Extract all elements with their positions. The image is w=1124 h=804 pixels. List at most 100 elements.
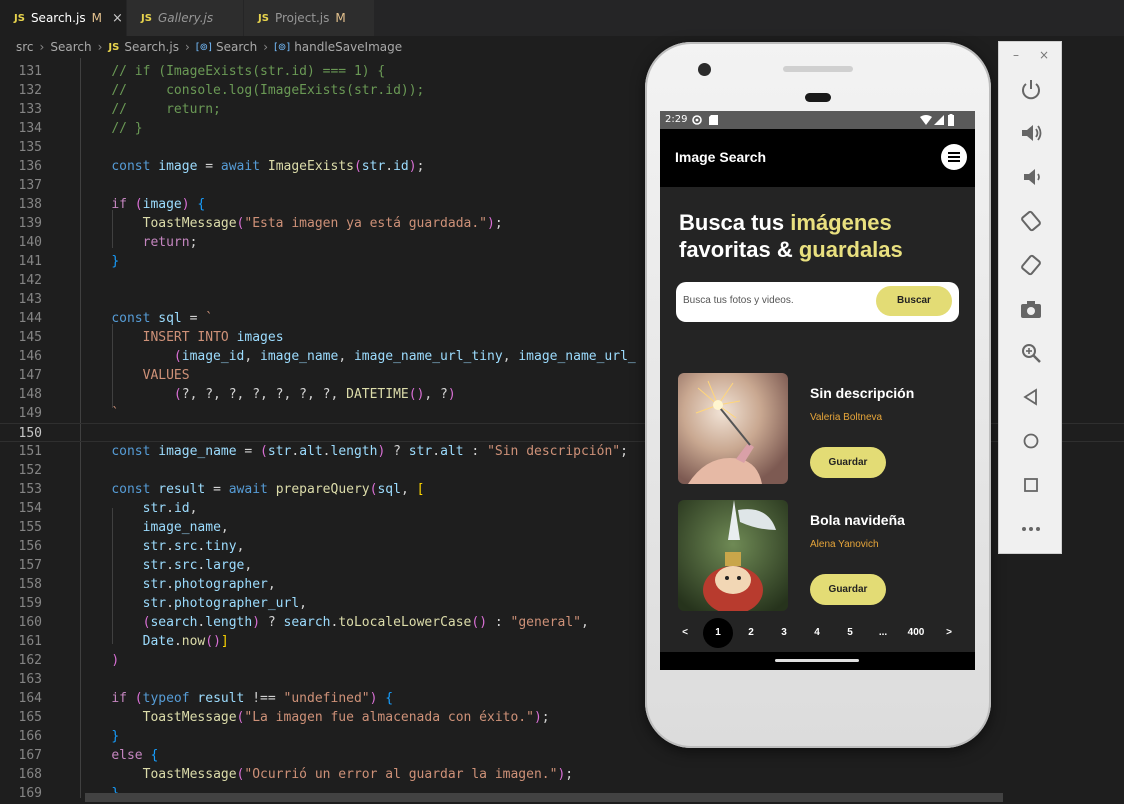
line-number: 153 [18, 482, 42, 497]
line-number: 139 [18, 216, 42, 231]
save-button[interactable]: Guardar [810, 447, 886, 478]
line-number: 151 [18, 444, 42, 459]
line-number: 141 [18, 254, 42, 269]
page-button[interactable]: 3 [769, 618, 799, 648]
settings-icon [692, 115, 702, 125]
hero-heading: Busca tus imágenes favoritas & guardalas [679, 209, 964, 263]
line-number: 134 [18, 121, 42, 136]
tab-label: Search.js [30, 11, 86, 25]
line-number: 168 [18, 767, 42, 782]
home-icon[interactable] [1018, 428, 1044, 454]
zoom-icon[interactable] [1018, 340, 1044, 366]
power-icon[interactable] [1018, 76, 1044, 102]
line-number: 135 [18, 140, 42, 155]
line-number: 140 [18, 235, 42, 250]
page-button[interactable]: 2 [736, 618, 766, 648]
photo-sparkler[interactable] [678, 373, 788, 484]
line-number: 147 [18, 368, 42, 383]
search-button[interactable]: Buscar [876, 286, 952, 316]
modified-indicator: M [91, 11, 102, 25]
code-text: ToastMessage("Esta imagen ya está guarda… [142, 216, 503, 231]
horizontal-scrollbar[interactable] [85, 793, 1003, 802]
code-text: VALUES [142, 368, 190, 383]
js-file-icon: JS [14, 12, 25, 24]
card-author-link[interactable]: Alena Yanovich [810, 539, 879, 550]
breadcrumb-component[interactable]: Search [216, 40, 257, 54]
breadcrumb-file[interactable]: Search.js [124, 40, 179, 54]
code-text: ToastMessage("Ocurrió un error al guarda… [142, 767, 574, 782]
code-text: INSERT INTO images [142, 330, 284, 345]
page-prev-button[interactable]: < [670, 618, 700, 648]
line-number: 169 [18, 786, 42, 801]
home-gesture-pill[interactable] [775, 659, 859, 662]
photo-ornament[interactable] [678, 500, 788, 611]
menu-icon[interactable] [941, 144, 967, 170]
line-number: 144 [18, 311, 42, 326]
line-number: 150 [18, 426, 42, 441]
code-text: ) [111, 653, 120, 668]
chevron-right-icon: › [39, 40, 45, 54]
signal-icon [934, 115, 944, 125]
tab-search-js[interactable]: JS Search.js M × [0, 0, 126, 36]
emulator-toolbar: – × [998, 41, 1062, 554]
phone-screen: 2:29 Image Search Busca tus imágenes fav… [660, 111, 975, 670]
line-number: 137 [18, 178, 42, 193]
code-text: image_name, [142, 520, 229, 535]
image-card: Bola navideña Alena Yanovich Guardar [678, 500, 958, 612]
page-next-button[interactable]: > [934, 618, 964, 648]
code-text: // return; [111, 102, 221, 117]
tab-gallery-js[interactable]: JS Gallery.js [127, 0, 243, 36]
line-number: 146 [18, 349, 42, 364]
sd-card-icon [709, 115, 718, 125]
page-button[interactable]: 5 [835, 618, 865, 648]
code-text: Date.now()] [142, 634, 229, 649]
search-input[interactable]: Busca tus fotos y videos. [683, 295, 794, 306]
js-file-icon: JS [258, 12, 269, 24]
breadcrumb-src[interactable]: src [16, 40, 34, 54]
volume-down-icon[interactable] [1018, 164, 1044, 190]
code-text: (search.length) ? search.toLocaleLowerCa… [142, 615, 589, 630]
tab-project-js[interactable]: JS Project.js M [244, 0, 374, 36]
back-icon[interactable] [1018, 384, 1044, 410]
image-card: Sin descripción Valeria Boltneva Guardar [678, 373, 958, 485]
heading-text: favoritas & [679, 237, 799, 262]
code-line[interactable]: 167 else { [0, 746, 1124, 765]
heading-highlight: imágenes [790, 210, 892, 235]
line-number: 161 [18, 634, 42, 649]
search-bar: Busca tus fotos y videos. Buscar [676, 282, 959, 322]
page-button-active[interactable]: 1 [703, 618, 733, 648]
status-time: 2:29 [665, 114, 688, 125]
code-text: str.photographer_url, [142, 596, 307, 611]
heading-highlight: guardalas [798, 237, 903, 262]
save-button[interactable]: Guardar [810, 574, 886, 605]
more-icon[interactable] [1018, 516, 1044, 542]
overview-icon[interactable] [1018, 472, 1044, 498]
camera-icon[interactable] [1018, 296, 1044, 322]
line-number: 163 [18, 672, 42, 687]
chevron-right-icon: › [263, 40, 269, 54]
breadcrumb-folder[interactable]: Search [50, 40, 91, 54]
heading-text: Busca tus [679, 210, 791, 235]
proximity-sensor [805, 93, 831, 102]
card-author-link[interactable]: Valeria Boltneva [810, 412, 882, 423]
modified-indicator: M [335, 11, 346, 25]
volume-up-icon[interactable] [1018, 120, 1044, 146]
code-line[interactable]: 168 ToastMessage("Ocurrió un error al gu… [0, 765, 1124, 784]
close-icon[interactable]: × [1039, 48, 1049, 62]
minimize-icon[interactable]: – [1013, 48, 1019, 62]
line-number: 154 [18, 501, 42, 516]
breadcrumb-method[interactable]: handleSaveImage [294, 40, 402, 54]
js-file-icon: JS [108, 41, 120, 53]
code-text: } [111, 729, 120, 744]
line-number: 143 [18, 292, 42, 307]
close-tab-icon[interactable]: × [112, 11, 123, 26]
rotate-left-icon[interactable] [1018, 208, 1044, 234]
code-text: // } [111, 121, 143, 136]
code-text: (?, ?, ?, ?, ?, ?, ?, DATETIME(), ?) [173, 387, 456, 402]
earpiece-speaker [783, 66, 853, 72]
line-number: 166 [18, 729, 42, 744]
app-title: Image Search [675, 149, 767, 165]
rotate-right-icon[interactable] [1018, 252, 1044, 278]
page-button[interactable]: 400 [901, 618, 931, 648]
page-button[interactable]: 4 [802, 618, 832, 648]
